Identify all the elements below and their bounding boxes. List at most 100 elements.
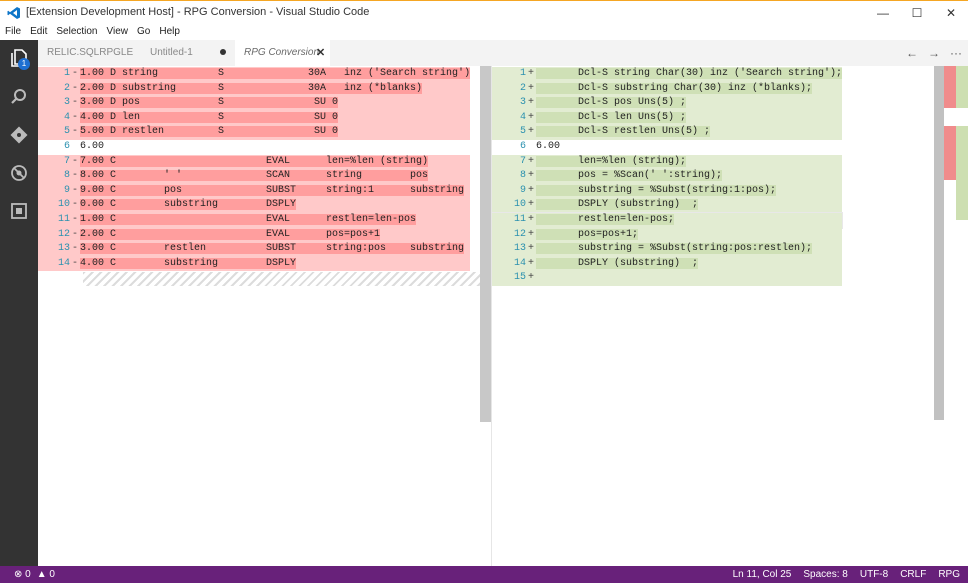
code-text[interactable]: 9.00 C pos SUBST string:1 substring bbox=[80, 184, 465, 196]
code-text[interactable]: 0.00 C substring DSPLY bbox=[80, 199, 297, 211]
line-number: 10 bbox=[513, 199, 526, 211]
warnings-status[interactable]: ▲ 0 bbox=[37, 566, 55, 583]
modified-line[interactable]: 1 + Dcl-S string Char(30) inz ('Search st… bbox=[492, 67, 843, 82]
extensions-icon[interactable] bbox=[9, 201, 29, 221]
diff-sign: + bbox=[527, 68, 534, 79]
search-icon[interactable] bbox=[9, 87, 29, 107]
code-text[interactable]: Dcl-S len Uns(5) ; bbox=[536, 111, 687, 123]
diff-sign: + bbox=[527, 272, 534, 284]
navigate-back-icon[interactable]: ← bbox=[906, 46, 918, 60]
window-title: [Extension Development Host] - RPG Conve… bbox=[26, 6, 370, 18]
modified-line[interactable]: 3 + Dcl-S pos Uns(5) ; bbox=[492, 96, 843, 111]
line-number: 8 bbox=[38, 169, 70, 184]
modified-line[interactable]: 8 + pos = %Scan(' ':string); bbox=[492, 169, 843, 184]
line-endings[interactable]: CRLF bbox=[900, 566, 926, 583]
tab-label: RELIC.SQLRPGLE bbox=[47, 47, 134, 58]
debug-icon[interactable] bbox=[9, 163, 29, 183]
original-line[interactable]: 5-5.00 D restlen S SU 0 bbox=[38, 125, 471, 140]
code-text[interactable]: 3.00 C restlen SUBST string:pos substrin… bbox=[80, 243, 465, 255]
diff-modified-pane[interactable]: 1 + Dcl-S string Char(30) inz ('Search st… bbox=[491, 66, 968, 566]
left-scrollbar[interactable] bbox=[480, 66, 491, 422]
code-text[interactable]: pos = %Scan(' ':string); bbox=[536, 170, 723, 182]
code-text[interactable]: DSPLY (substring) ; bbox=[536, 257, 699, 269]
original-line[interactable]: 6 6.00 bbox=[38, 140, 470, 155]
code-text[interactable]: 3.00 D pos S SU 0 bbox=[80, 97, 339, 109]
code-text[interactable]: substring = %Subst(string:pos:restlen); bbox=[536, 243, 813, 255]
original-line[interactable]: 3-3.00 D pos S SU 0 bbox=[38, 96, 471, 111]
menu-file[interactable]: File bbox=[0, 24, 25, 40]
modified-line[interactable]: 5 + Dcl-S restlen Uns(5) ; bbox=[492, 125, 843, 140]
modified-line[interactable]: 6 6.00 bbox=[492, 140, 842, 155]
original-line[interactable]: 13-3.00 C restlen SUBST string:pos subst… bbox=[38, 242, 471, 257]
diff-original-pane[interactable]: 1-1.00 D string S 30A inz ('Search strin… bbox=[38, 66, 491, 566]
modified-line[interactable]: 7 + len=%len (string); bbox=[492, 154, 843, 170]
close-tab-icon[interactable]: ✕ bbox=[316, 40, 325, 66]
more-actions-icon[interactable]: ··· bbox=[950, 46, 962, 60]
code-text[interactable]: Dcl-S substring Char(30) inz (*blanks); bbox=[536, 82, 813, 94]
tab-rpg-conversion[interactable]: RPG Conversion ✕ bbox=[235, 40, 330, 66]
code-text[interactable]: pos=pos+1; bbox=[536, 228, 639, 240]
modified-line[interactable]: 11 + restlen=len-pos; bbox=[492, 211, 844, 229]
modified-line[interactable]: 15 + bbox=[492, 271, 843, 286]
errors-status[interactable]: ⊗ 0 bbox=[14, 566, 31, 583]
maximize-button[interactable]: ☐ bbox=[900, 1, 934, 25]
original-line[interactable]: 11-1.00 C EVAL restlen=len-pos bbox=[38, 212, 471, 228]
right-scrollbar-slider[interactable] bbox=[934, 66, 944, 420]
code-text[interactable]: restlen=len-pos; bbox=[536, 213, 675, 225]
modified-line[interactable]: 14 + DSPLY (substring) ; bbox=[492, 256, 843, 272]
menu-go[interactable]: Go bbox=[132, 24, 154, 40]
modified-line[interactable]: 2 + Dcl-S substring Char(30) inz (*blanks… bbox=[492, 81, 843, 97]
code-text[interactable]: substring = %Subst(string:1:pos); bbox=[536, 184, 777, 196]
modified-line[interactable]: 4 + Dcl-S len Uns(5) ; bbox=[492, 110, 843, 126]
navigate-forward-icon[interactable]: → bbox=[928, 46, 940, 60]
original-line[interactable]: 12-2.00 C EVAL pos=pos+1 bbox=[38, 227, 471, 243]
modified-line[interactable]: 10 + DSPLY (substring) ; bbox=[492, 198, 843, 213]
code-text[interactable]: Dcl-S pos Uns(5) ; bbox=[536, 97, 687, 109]
modified-line[interactable]: 9 + substring = %Subst(string:1:pos); bbox=[492, 183, 843, 199]
tab-relic-sqlrpgle[interactable]: RELIC.SQLRPGLE bbox=[38, 40, 136, 66]
code-text[interactable]: 1.00 D string S 30A inz ('Search string'… bbox=[80, 68, 471, 79]
language-mode[interactable]: RPG bbox=[938, 566, 960, 583]
menu-help[interactable]: Help bbox=[154, 24, 184, 40]
indentation[interactable]: Spaces: 8 bbox=[803, 566, 847, 583]
code-text[interactable]: 6.00 bbox=[536, 141, 560, 152]
menu-view[interactable]: View bbox=[102, 24, 133, 40]
original-line[interactable]: 10-0.00 C substring DSPLY bbox=[38, 198, 471, 213]
original-line[interactable]: 2-2.00 D substring S 30A inz (*blanks) bbox=[38, 81, 471, 97]
minimize-button[interactable]: — bbox=[866, 1, 900, 25]
code-text[interactable]: 2.00 D substring S 30A inz (*blanks) bbox=[80, 82, 423, 94]
code-text[interactable]: DSPLY (substring) ; bbox=[536, 199, 699, 211]
code-text[interactable]: 8.00 C ' ' SCAN string pos bbox=[80, 170, 429, 182]
code-text[interactable]: 4.00 D len S SU 0 bbox=[80, 111, 339, 123]
original-line[interactable]: 14-4.00 C substring DSPLY bbox=[38, 256, 471, 272]
menu-selection[interactable]: Selection bbox=[51, 24, 101, 40]
diff-sign: + bbox=[527, 213, 534, 225]
code-text[interactable]: 5.00 D restlen S SU 0 bbox=[80, 126, 339, 138]
original-line[interactable]: 1-1.00 D string S 30A inz ('Search strin… bbox=[38, 67, 471, 82]
code-text[interactable]: 6.00 bbox=[80, 141, 104, 152]
code-text[interactable]: Dcl-S string Char(30) inz ('Search strin… bbox=[536, 68, 843, 79]
tab-untitled-1[interactable]: Untitled-1 bbox=[141, 40, 235, 66]
unsaved-dot-icon[interactable] bbox=[220, 49, 226, 55]
original-line[interactable]: 7-7.00 C EVAL len=%len (string) bbox=[38, 154, 471, 170]
encoding[interactable]: UTF-8 bbox=[860, 566, 888, 583]
code-text[interactable]: len=%len (string); bbox=[536, 155, 687, 167]
modified-line[interactable]: 13 + substring = %Subst(string:pos:restle… bbox=[492, 242, 843, 257]
code-text[interactable]: 7.00 C EVAL len=%len (string) bbox=[80, 155, 429, 167]
modified-code[interactable]: 1 + Dcl-S string Char(30) inz ('Search st… bbox=[492, 67, 844, 286]
close-window-button[interactable]: ✕ bbox=[934, 1, 968, 25]
original-code[interactable]: 1-1.00 D string S 30A inz ('Search strin… bbox=[38, 67, 471, 272]
code-text[interactable]: Dcl-S restlen Uns(5) ; bbox=[536, 126, 711, 138]
diff-sign: + bbox=[527, 184, 534, 196]
original-line[interactable]: 4-4.00 D len S SU 0 bbox=[38, 110, 471, 126]
modified-line[interactable]: 12 + pos=pos+1; bbox=[492, 227, 843, 243]
source-control-icon[interactable] bbox=[9, 125, 29, 145]
original-line[interactable]: 9-9.00 C pos SUBST string:1 substring bbox=[38, 183, 471, 199]
menu-edit[interactable]: Edit bbox=[25, 24, 51, 40]
original-line[interactable]: 8-8.00 C ' ' SCAN string pos bbox=[38, 169, 471, 184]
code-text[interactable]: 2.00 C EVAL pos=pos+1 bbox=[80, 228, 381, 240]
code-text[interactable]: 4.00 C substring DSPLY bbox=[80, 257, 297, 269]
cursor-position[interactable]: Ln 11, Col 25 bbox=[733, 566, 792, 583]
code-text[interactable]: 1.00 C EVAL restlen=len-pos bbox=[80, 213, 417, 225]
overview-ruler[interactable] bbox=[934, 66, 968, 566]
